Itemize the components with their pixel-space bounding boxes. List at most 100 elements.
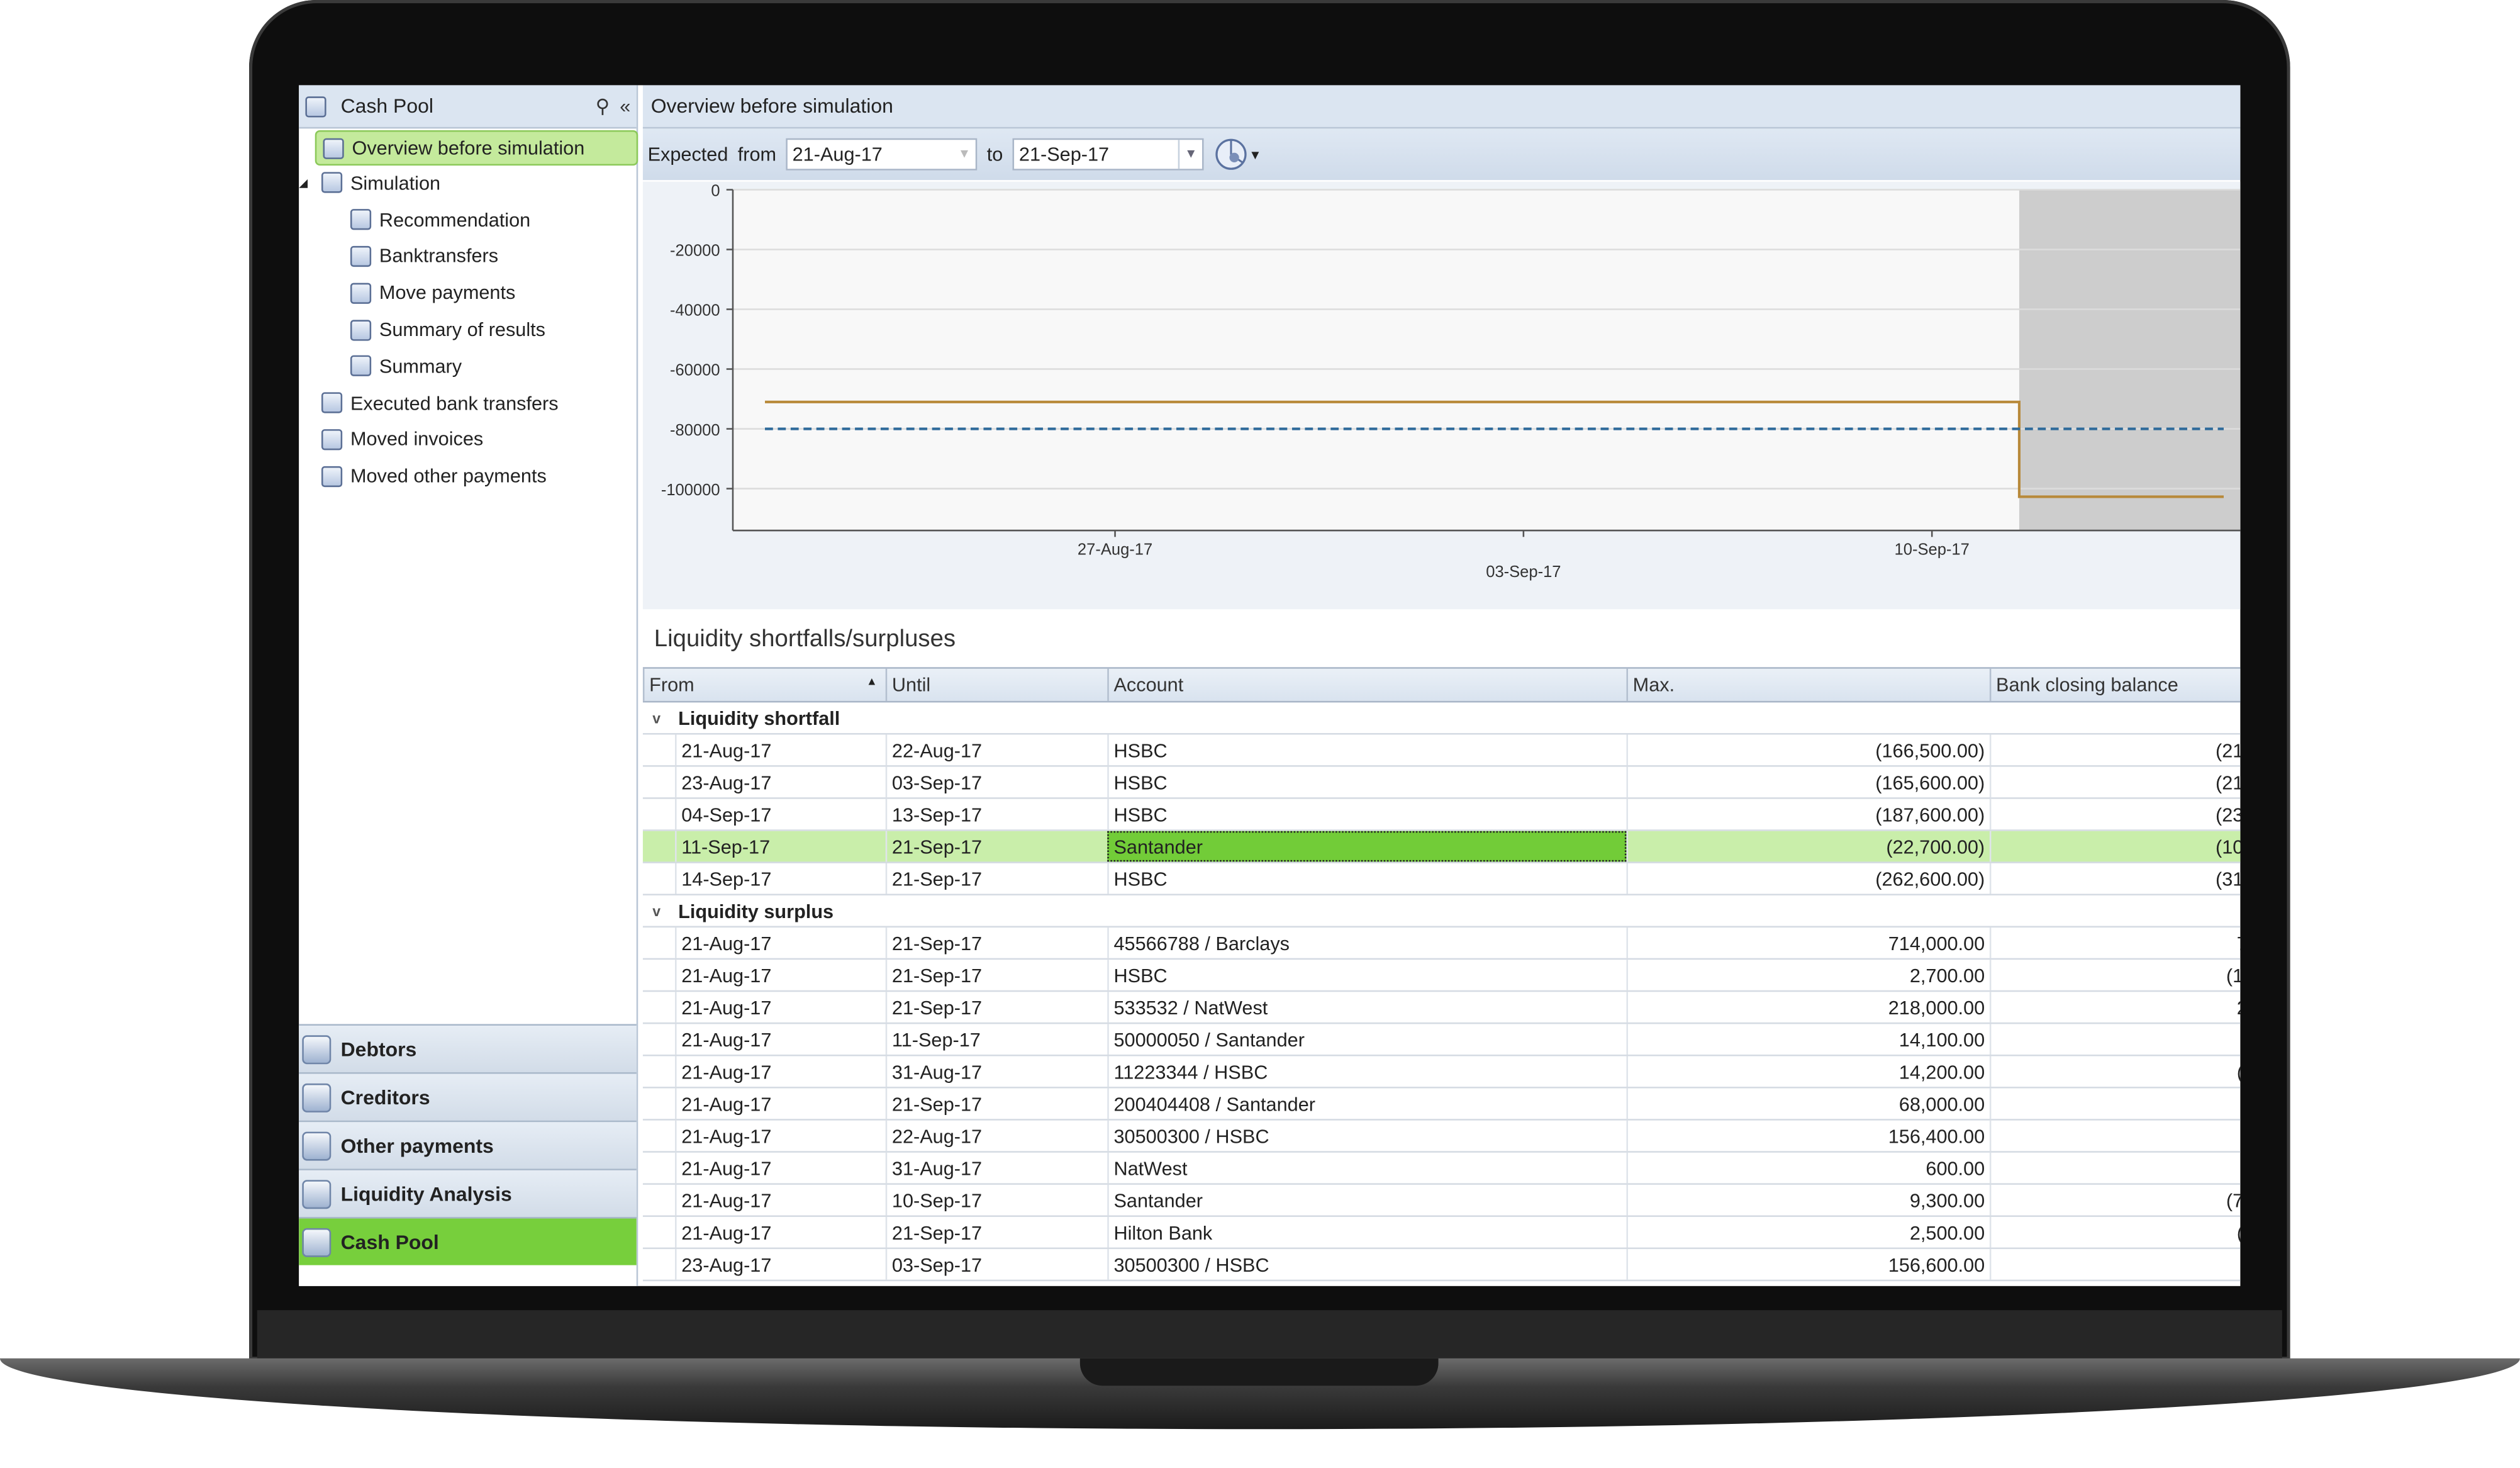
cell-from[interactable]: 21-Aug-17: [675, 927, 886, 958]
cell-until[interactable]: 10-Sep-17: [885, 1184, 1108, 1216]
cell-until[interactable]: 11-Sep-17: [885, 1024, 1108, 1055]
cell-max-[interactable]: 156,600.00: [1626, 1249, 1989, 1280]
tree-item-moved-invoices[interactable]: Moved invoices: [321, 423, 483, 456]
cell-account[interactable]: Santander: [1107, 1184, 1626, 1216]
cell-bank-closing-balance[interactable]: (2: [1989, 1216, 2240, 1248]
collapse-sidebar-button[interactable]: «: [614, 95, 637, 118]
table-row[interactable]: 21-Aug-1710-Sep-17Santander9,300.00(70: [642, 1184, 2241, 1217]
group-row[interactable]: v Liquidity surplus: [642, 895, 2241, 928]
cell-until[interactable]: 21-Sep-17: [885, 831, 1108, 862]
from-date-picker[interactable]: 21-Aug-17 ▼: [786, 138, 978, 171]
table-row[interactable]: 21-Aug-17 31-Aug-17 NatWest 600.00: [642, 1152, 2241, 1185]
cell-from[interactable]: 21-Aug-17: [675, 1184, 886, 1216]
cell-account[interactable]: HSBC: [1107, 863, 1626, 894]
cell-account[interactable]: 11223344 / HSBC: [1107, 1056, 1626, 1087]
cell-max-[interactable]: 2,500.00: [1626, 1216, 1989, 1248]
cell-until[interactable]: 31-Aug-17: [885, 1056, 1108, 1087]
cell-bank-closing-balance[interactable]: 20: [1989, 992, 2240, 1023]
cell-from[interactable]: 21-Aug-17: [675, 1120, 886, 1151]
nav-button-other-payments[interactable]: Other payments: [299, 1120, 637, 1169]
cell-max-[interactable]: (165,600.00): [1626, 766, 1989, 798]
tree-item-banktransfers[interactable]: Banktransfers: [350, 240, 498, 272]
table-row[interactable]: 23-Aug-17 03-Sep-17 30500300 / HSBC 156,600…: [642, 1249, 2241, 1282]
column-header-account[interactable]: Account: [1107, 668, 1626, 701]
cell-from[interactable]: 21-Aug-17: [675, 960, 886, 990]
cell-max-[interactable]: 14,200.00: [1626, 1056, 1989, 1087]
cell-max-[interactable]: 714,000.00: [1626, 927, 1989, 958]
table-row[interactable]: 21-Aug-1721-Sep-17Hilton Bank2,500.00(2: [642, 1216, 2241, 1250]
table-row[interactable]: 21-Aug-17 31-Aug-17 11223344 / HSBC 14,200.…: [642, 1056, 2241, 1089]
table-row[interactable]: 21-Aug-17 11-Sep-17 50000050 / Santander 14…: [642, 1024, 2241, 1056]
cell-until[interactable]: 21-Sep-17: [885, 927, 1108, 958]
cell-account[interactable]: HSBC: [1107, 960, 1626, 990]
cell-from[interactable]: 21-Aug-17: [675, 734, 886, 766]
cell-max-[interactable]: (187,600.00): [1626, 798, 1989, 830]
cell-bank-closing-balance[interactable]: (312: [1989, 863, 2240, 894]
cell-until[interactable]: 21-Sep-17: [885, 863, 1108, 894]
table-row[interactable]: 21-Aug-17 21-Sep-17 200404408 / Santander 6…: [642, 1088, 2241, 1121]
cell-from[interactable]: 21-Aug-17: [675, 992, 886, 1023]
table-row[interactable]: 21-Aug-17 22-Aug-17 30500300 / HSBC 156,400…: [642, 1120, 2241, 1153]
cell-account[interactable]: 200404408 / Santander: [1107, 1088, 1626, 1119]
cell-account[interactable]: Santander: [1107, 831, 1627, 862]
cell-bank-closing-balance[interactable]: (237: [1989, 798, 2240, 830]
cell-account[interactable]: 45566788 / Barclays: [1107, 927, 1626, 958]
cell-account[interactable]: 533532 / NatWest: [1107, 992, 1626, 1023]
cell-bank-closing-balance[interactable]: 1: [1989, 1024, 2241, 1055]
cell-from[interactable]: 21-Aug-17: [675, 1056, 886, 1087]
tree-item-executed-bank-transfers[interactable]: Executed bank transfers: [321, 387, 559, 419]
table-row[interactable]: 04-Sep-1713-Sep-17HSBC(187,600.00)(237: [642, 798, 2241, 831]
nav-button-liquidity-analysis[interactable]: Liquidity Analysis: [299, 1168, 637, 1217]
cell-until[interactable]: 21-Sep-17: [885, 1088, 1108, 1119]
cell-from[interactable]: 11-Sep-17: [675, 831, 886, 862]
table-row[interactable]: 14-Sep-1721-Sep-17HSBC(262,600.00)(312: [642, 863, 2241, 896]
cell-max-[interactable]: 14,100.00: [1626, 1024, 1989, 1055]
chart-settings-icon[interactable]: ▼: [1213, 137, 1261, 172]
tree-item-overview-before-simulation[interactable]: Overview before simulation: [315, 130, 638, 166]
cell-bank-closing-balance[interactable]: 5: [1989, 1249, 2241, 1280]
cell-max-[interactable]: 218,000.00: [1626, 992, 1989, 1023]
cell-max-[interactable]: 156,400.00: [1626, 1120, 1989, 1151]
cell-until[interactable]: 03-Sep-17: [885, 766, 1108, 798]
cell-max-[interactable]: 9,300.00: [1626, 1184, 1989, 1216]
cell-from[interactable]: 21-Aug-17: [675, 1024, 886, 1055]
to-date-picker[interactable]: 21-Sep-17 ▼: [1012, 138, 1204, 171]
cell-max-[interactable]: (262,600.00): [1626, 863, 1989, 894]
cell-account[interactable]: HSBC: [1107, 766, 1626, 798]
column-header-from[interactable]: From: [642, 668, 886, 701]
cell-until[interactable]: 21-Sep-17: [885, 992, 1108, 1023]
cell-max-[interactable]: (22,700.00): [1626, 831, 1989, 862]
table-row[interactable]: 21-Aug-1721-Sep-17HSBC2,700.00(12: [642, 960, 2241, 992]
tree-item-moved-other-payments[interactable]: Moved other payments: [321, 460, 547, 492]
cell-max-[interactable]: 600.00: [1626, 1152, 1989, 1184]
cell-from[interactable]: 23-Aug-17: [675, 1249, 886, 1280]
cell-until[interactable]: 13-Sep-17: [885, 798, 1108, 830]
tree-item-recommendation[interactable]: Recommendation: [350, 203, 530, 235]
cell-until[interactable]: 21-Sep-17: [885, 1216, 1108, 1248]
cell-until[interactable]: 21-Sep-17: [885, 960, 1108, 990]
cell-from[interactable]: 23-Aug-17: [675, 766, 886, 798]
cell-account[interactable]: 30500300 / HSBC: [1107, 1249, 1626, 1280]
cell-from[interactable]: 21-Aug-17: [675, 1152, 886, 1184]
column-header-max-[interactable]: Max.: [1626, 668, 1989, 701]
table-row[interactable]: 21-Aug-17 21-Sep-17 45566788 / Barclays 714…: [642, 927, 2241, 960]
cell-max-[interactable]: 68,000.00: [1626, 1088, 1989, 1119]
cell-account[interactable]: 30500300 / HSBC: [1107, 1120, 1626, 1151]
chevron-down-icon[interactable]: v: [652, 903, 678, 919]
cell-account[interactable]: Hilton Bank: [1107, 1216, 1626, 1248]
cell-max-[interactable]: 2,700.00: [1626, 960, 1989, 990]
nav-button-debtors[interactable]: Debtors: [299, 1024, 637, 1073]
expander-icon[interactable]: ◢: [299, 177, 308, 189]
nav-button-creditors[interactable]: Creditors: [299, 1072, 637, 1121]
nav-button-cash-pool[interactable]: Cash Pool: [299, 1216, 637, 1265]
chevron-down-icon[interactable]: ▼: [1178, 140, 1202, 169]
cell-until[interactable]: 03-Sep-17: [885, 1249, 1108, 1280]
cell-bank-closing-balance[interactable]: (70: [1989, 1184, 2240, 1216]
cell-from[interactable]: 04-Sep-17: [675, 798, 886, 830]
cell-bank-closing-balance[interactable]: (5: [1989, 1056, 2240, 1087]
cell-account[interactable]: HSBC: [1107, 734, 1626, 766]
cell-until[interactable]: 22-Aug-17: [885, 734, 1108, 766]
table-row[interactable]: 21-Aug-17 21-Sep-17 533532 / NatWest 218,00…: [642, 992, 2241, 1024]
cell-bank-closing-balance[interactable]: [1989, 1152, 2241, 1184]
search-icon[interactable]: ⚲: [591, 95, 614, 118]
